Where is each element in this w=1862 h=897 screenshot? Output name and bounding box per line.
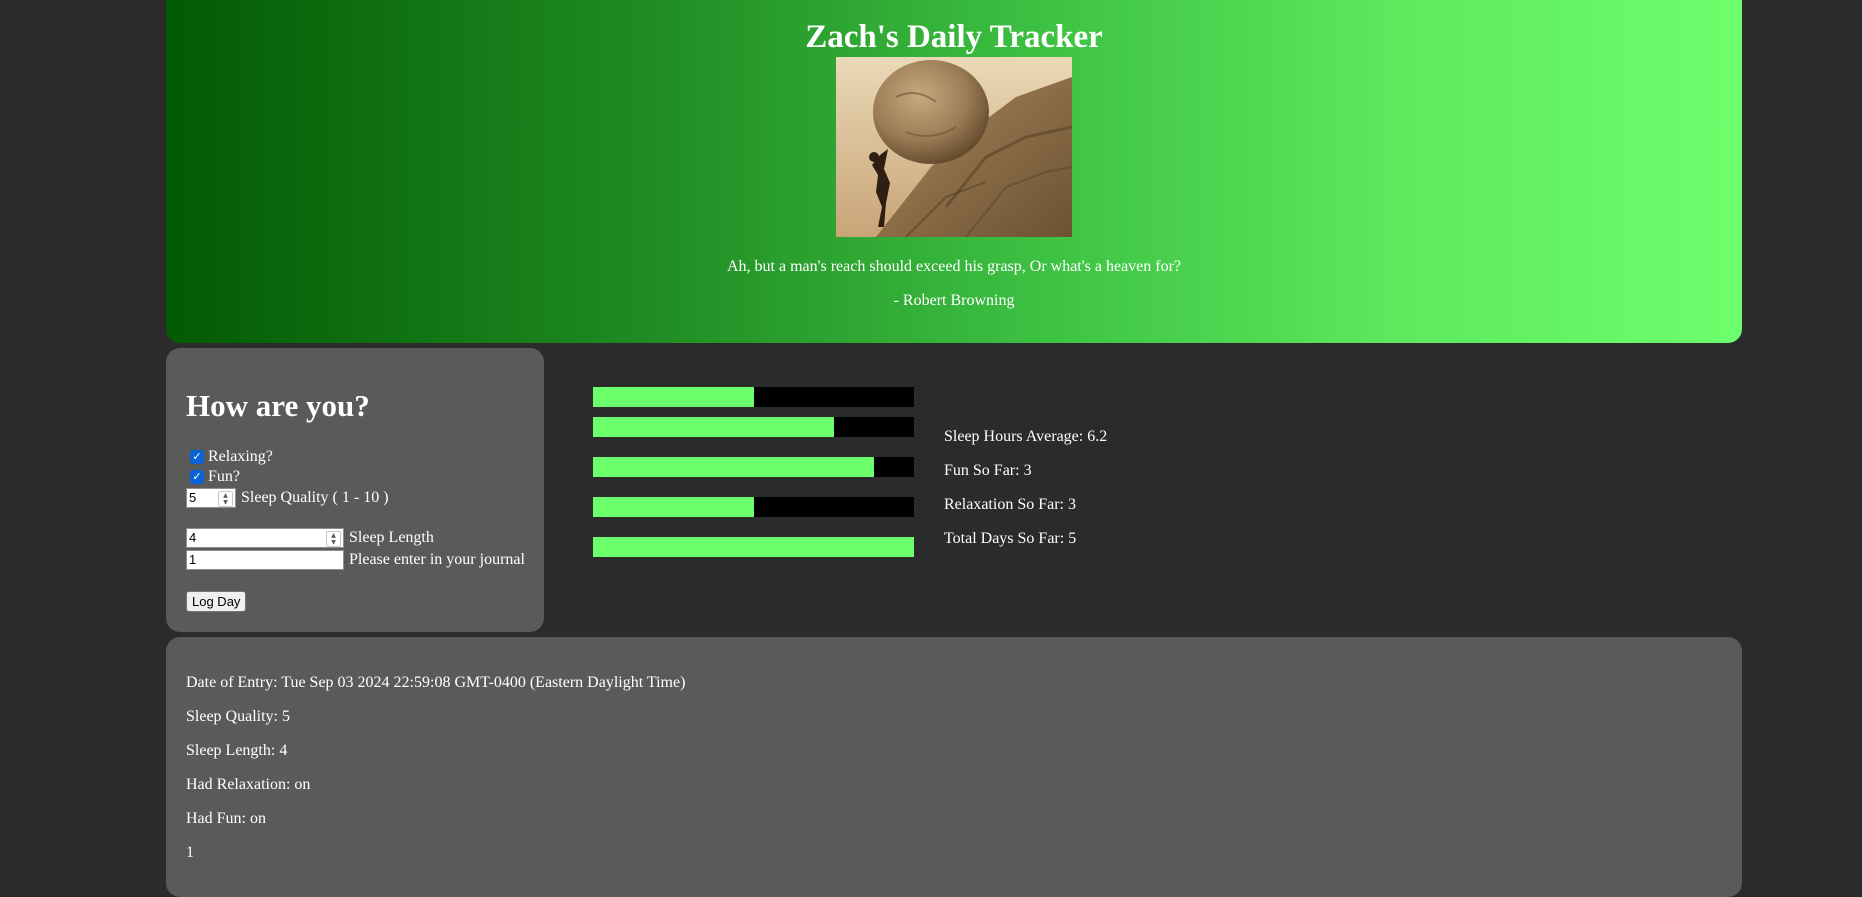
entry-sleep-length: Sleep Length: 4 [186, 742, 288, 759]
progress-bar-fill [593, 387, 754, 407]
entry-fun: Had Fun: on [186, 810, 266, 827]
fun-checkbox[interactable]: ✓ [190, 470, 204, 484]
progress-bar-fill [593, 497, 754, 517]
journal-value: 1 [189, 552, 197, 567]
journal-row: 1 Please enter in your journal [186, 550, 525, 570]
form-heading: How are you? [186, 388, 370, 423]
daily-form-panel: How are you? ✓ Relaxing? ✓ Fun? 5 ▲ ▼ Sle… [166, 348, 544, 632]
journal-label: Please enter in your journal [349, 551, 525, 568]
progress-bar-fill [593, 417, 834, 437]
sleep-quality-value: 5 [189, 490, 197, 505]
sleep-quality-label: Sleep Quality ( 1 - 10 ) [241, 489, 389, 506]
sleep-length-row: 4 ▲ ▼ Sleep Length [186, 528, 434, 548]
relaxing-label: Relaxing? [208, 448, 273, 465]
fun-label: Fun? [208, 468, 240, 485]
progress-bar [593, 387, 914, 407]
sleep-average-stat: Sleep Hours Average: 6.2 [944, 428, 1108, 445]
log-day-button[interactable]: Log Day [186, 591, 247, 612]
spinner-icon[interactable]: ▲ ▼ [218, 491, 233, 507]
relaxation-stat: Relaxation So Far: 3 [944, 496, 1076, 513]
relaxing-checkbox[interactable]: ✓ [190, 450, 204, 464]
entry-relaxation: Had Relaxation: on [186, 776, 311, 793]
total-days-stat: Total Days So Far: 5 [944, 530, 1077, 547]
sleep-quality-input[interactable]: 5 ▲ ▼ [186, 488, 236, 508]
progress-bar-fill [593, 537, 914, 557]
sisyphus-image [836, 57, 1072, 237]
header-banner: Zach's Daily Tracker Ah, but a man's rea… [166, 0, 1742, 343]
fun-row: ✓ Fun? [186, 467, 240, 487]
entry-date: Date of Entry: Tue Sep 03 2024 22:59:08 … [186, 674, 686, 691]
progress-bar-fill [593, 457, 874, 477]
sleep-length-value: 4 [189, 530, 197, 545]
progress-bar [593, 457, 914, 477]
progress-bar [593, 537, 914, 557]
progress-bar [593, 417, 914, 437]
page-title: Zach's Daily Tracker [805, 19, 1103, 55]
entry-sleep-quality: Sleep Quality: 5 [186, 708, 290, 725]
quote-text: Ah, but a man's reach should exceed his … [726, 258, 1182, 275]
relaxing-row: ✓ Relaxing? [186, 447, 273, 467]
sleep-length-label: Sleep Length [349, 529, 434, 546]
spinner-icon[interactable]: ▲ ▼ [326, 531, 341, 547]
sleep-length-input[interactable]: 4 ▲ ▼ [186, 528, 344, 548]
fun-stat: Fun So Far: 3 [944, 462, 1032, 479]
quote-author: - Robert Browning [893, 292, 1015, 309]
entry-journal: 1 [186, 844, 194, 861]
progress-bar [593, 497, 914, 517]
journal-input[interactable]: 1 [186, 550, 344, 570]
sleep-quality-row: 5 ▲ ▼ Sleep Quality ( 1 - 10 ) [186, 488, 389, 508]
journal-entry-panel: Date of Entry: Tue Sep 03 2024 22:59:08 … [166, 637, 1742, 897]
